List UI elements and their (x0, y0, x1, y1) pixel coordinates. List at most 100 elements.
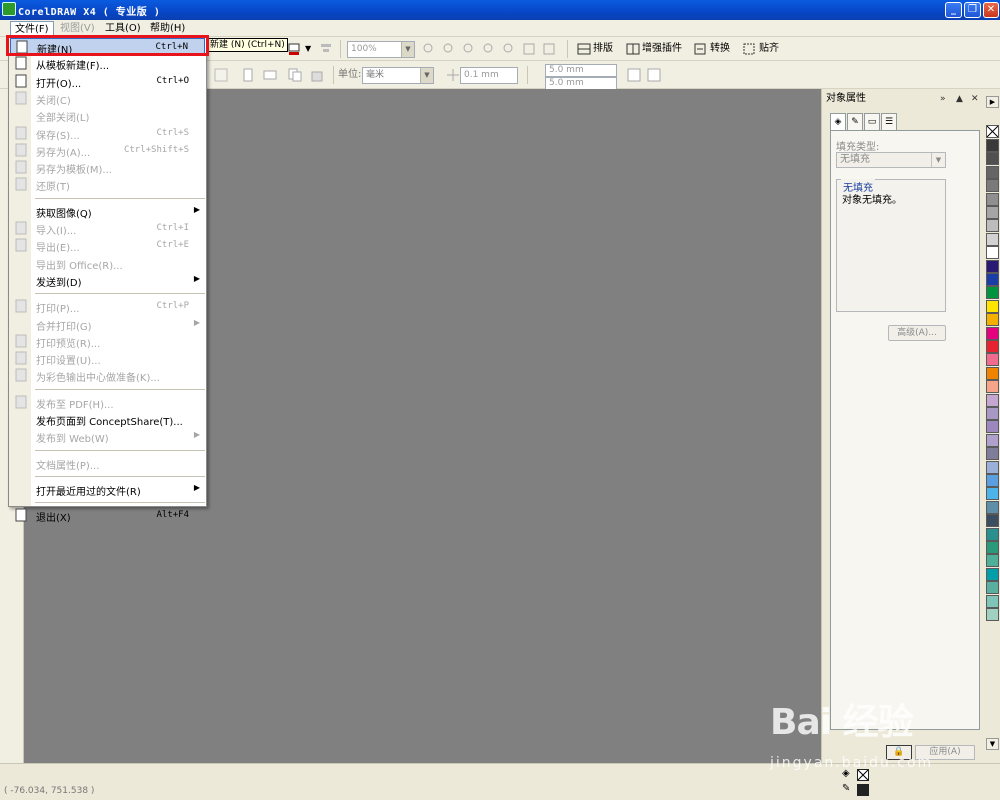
align-icon[interactable] (318, 41, 334, 57)
file-menu-item[interactable]: 发布页面到 ConceptShare(T)... (10, 411, 205, 428)
palette-swatch[interactable] (986, 447, 999, 461)
landscape-icon[interactable] (262, 67, 278, 83)
file-menu-item[interactable]: 打开最近用过的文件(R) ▶ (10, 481, 205, 498)
coreldraw-app-icon[interactable] (2, 2, 16, 16)
rulers-icon[interactable] (646, 67, 662, 83)
palette-swatch[interactable] (986, 487, 999, 501)
outline-color-icon[interactable] (287, 41, 303, 57)
palette-swatch[interactable] (986, 232, 999, 246)
snap-button[interactable]: 贴齐 (759, 40, 779, 58)
zoom-selected-icon[interactable] (461, 41, 477, 57)
fill-tab-icon[interactable]: ◈ (830, 113, 846, 131)
file-menu-item[interactable]: 导出(E)... Ctrl+E (10, 237, 205, 254)
menu-view[interactable]: 视图(V) (56, 21, 99, 36)
zoom-all-icon[interactable] (481, 41, 497, 57)
portrait-icon[interactable] (240, 67, 256, 83)
file-menu-item[interactable]: 文档属性(P)... (10, 455, 205, 472)
menu-file[interactable]: 文件(F) (10, 21, 54, 36)
file-menu-item[interactable]: 导出到 Office(R)... (10, 255, 205, 272)
palette-swatch[interactable] (986, 407, 999, 420)
palette-swatch[interactable] (986, 608, 999, 621)
grid-icon[interactable] (626, 67, 642, 83)
zoom-height-icon[interactable] (541, 41, 557, 57)
file-menu-item[interactable]: 获取图像(Q) ▶ (10, 203, 205, 220)
fill-type-select[interactable]: 无填充 ▼ (836, 152, 946, 168)
advanced-button[interactable]: 高级(A)... (888, 325, 946, 341)
file-menu-item[interactable]: 发送到(D) ▶ (10, 272, 205, 289)
enhance-plugin-button[interactable]: 增强插件 (642, 40, 682, 58)
palette-swatch[interactable] (986, 139, 999, 152)
file-menu-item[interactable]: 发布到 Web(W) ▶ (10, 428, 205, 445)
palette-swatch[interactable] (986, 313, 999, 327)
summary-tab-icon[interactable]: ☰ (881, 113, 897, 131)
palette-swatch[interactable] (986, 340, 999, 353)
palette-swatch[interactable] (986, 353, 999, 367)
no-color-swatch[interactable] (986, 125, 999, 138)
palette-swatch[interactable] (986, 246, 999, 260)
menu-tools[interactable]: 工具(O) (101, 21, 145, 36)
file-menu-item[interactable]: 退出(X) Alt+F4 (10, 507, 205, 524)
palette-swatch[interactable] (986, 433, 999, 447)
duplicate-x-input[interactable]: 5.0 mm (545, 64, 617, 77)
zoom-combo[interactable]: 100% ▼ (347, 41, 415, 58)
file-menu-item[interactable]: 打印(P)... Ctrl+P (10, 298, 205, 315)
file-menu-item[interactable]: 打印设置(U)... (10, 350, 205, 367)
file-menu-item[interactable]: 另存为模板(M)... (10, 159, 205, 176)
palette-swatch[interactable] (986, 192, 999, 206)
palette-swatch[interactable] (986, 554, 999, 568)
palette-swatch[interactable] (986, 366, 999, 380)
file-menu-item[interactable]: 另存为(A)... Ctrl+Shift+S (10, 142, 205, 159)
palette-swatch[interactable] (986, 594, 999, 608)
spinner-icon[interactable] (213, 67, 229, 83)
file-menu-item[interactable]: 打开(O)... Ctrl+O (10, 73, 205, 90)
docker-close-icon[interactable]: ✕ (971, 91, 979, 107)
nudge-input[interactable]: 0.1 mm (460, 67, 518, 84)
palette-swatch[interactable] (986, 152, 999, 166)
general-tab-icon[interactable]: ▭ (864, 113, 880, 131)
dropdown-arrow-icon[interactable]: ▼ (305, 40, 311, 58)
menu-help[interactable]: 帮助(H) (146, 21, 189, 36)
outline-indicator[interactable] (857, 784, 869, 796)
palette-swatch[interactable] (986, 273, 999, 286)
file-menu-item[interactable]: 全部关闭(L) (10, 107, 205, 124)
file-menu-item[interactable]: 从模板新建(F)... (10, 55, 205, 72)
palette-swatch[interactable] (986, 206, 999, 219)
outline-tab-icon[interactable]: ✎ (847, 113, 863, 131)
palette-swatch[interactable] (986, 299, 999, 313)
convert-button[interactable]: 转换 (710, 40, 730, 58)
docker-minimize-icon[interactable]: ▲ (956, 91, 963, 107)
palette-scroll-down-icon[interactable]: ▼ (986, 738, 999, 750)
file-menu-item[interactable]: 合并打印(G) ▶ (10, 316, 205, 333)
zoom-page-icon[interactable] (501, 41, 517, 57)
file-menu-item[interactable]: 导入(I)... Ctrl+I (10, 220, 205, 237)
file-menu-item[interactable]: 保存(S)... Ctrl+S (10, 125, 205, 142)
palette-swatch[interactable] (986, 259, 999, 273)
palette-swatch[interactable] (986, 527, 999, 541)
docker-expand-icon[interactable]: » (940, 91, 946, 107)
unit-select[interactable]: 毫米 ▼ (362, 67, 434, 84)
file-menu-item[interactable]: 发布至 PDF(H)... (10, 394, 205, 411)
file-menu-item[interactable]: 打印预览(R)... (10, 333, 205, 350)
palette-swatch[interactable] (986, 326, 999, 340)
palette-scroll-up-icon[interactable]: ▶ (986, 96, 999, 108)
restore-button[interactable]: ❐ (964, 2, 981, 18)
zoom-in-icon[interactable] (421, 41, 437, 57)
zoom-width-icon[interactable] (521, 41, 537, 57)
file-menu-item[interactable]: 还原(T) (10, 176, 205, 193)
palette-swatch[interactable] (986, 286, 999, 300)
layout-button[interactable]: 排版 (593, 40, 613, 58)
file-menu-item[interactable]: 为彩色输出中心做准备(K)... (10, 367, 205, 384)
palette-swatch[interactable] (986, 165, 999, 179)
palette-swatch[interactable] (986, 514, 999, 528)
palette-swatch[interactable] (986, 219, 999, 233)
palette-swatch[interactable] (986, 380, 999, 394)
zoom-out-icon[interactable] (441, 41, 457, 57)
file-menu-item[interactable]: 关闭(C) (10, 90, 205, 107)
palette-swatch[interactable] (986, 581, 999, 595)
palette-swatch[interactable] (986, 420, 999, 434)
minimize-button[interactable]: _ (945, 2, 962, 18)
close-button[interactable]: ✕ (983, 2, 999, 18)
palette-swatch[interactable] (986, 460, 999, 474)
all-pages-icon[interactable] (287, 67, 303, 83)
palette-swatch[interactable] (986, 567, 999, 581)
